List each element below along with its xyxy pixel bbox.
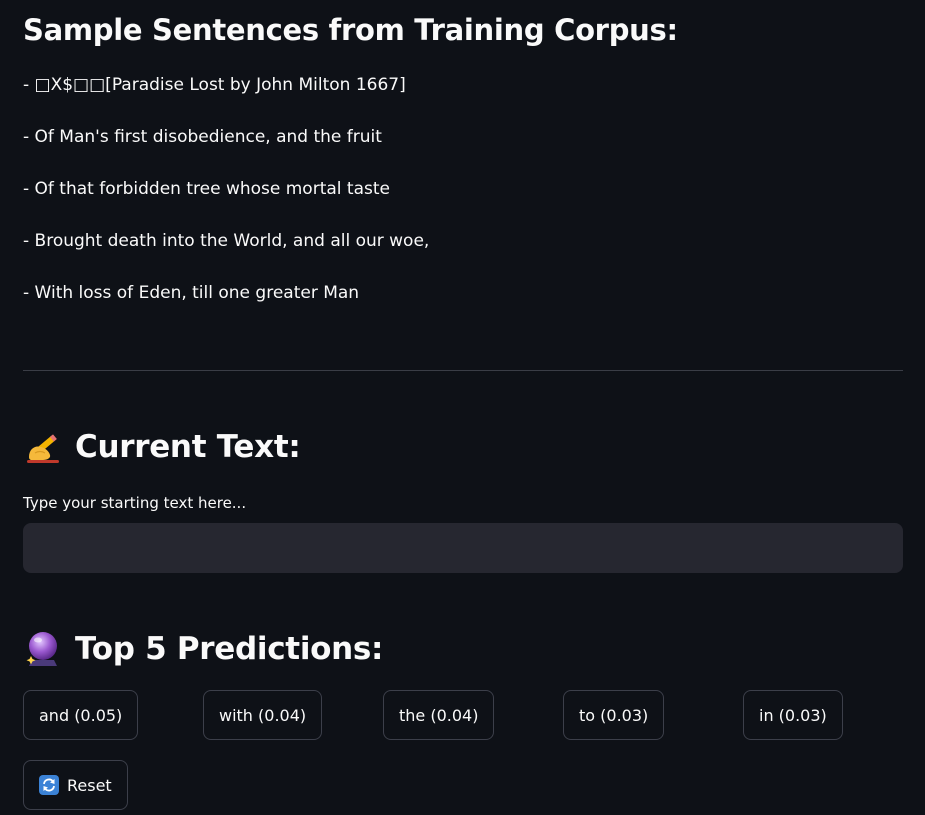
current-text-heading: Current Text: (23, 425, 301, 469)
reset-button-label: Reset (67, 775, 112, 795)
sample-sentence: - Of Man's first disobedience, and the f… (23, 127, 382, 147)
sample-sentence: - With loss of Eden, till one greater Ma… (23, 283, 360, 303)
sample-sentences-heading: Sample Sentences from Training Corpus: (23, 13, 678, 47)
prediction-button-in[interactable]: in (0.03) (743, 690, 843, 740)
prediction-button-the[interactable]: the (0.04) (383, 690, 495, 740)
sample-sentences-list: - □X$□□[Paradise Lost by John Milton 166… (23, 72, 429, 332)
sample-sentence: - Brought death into the World, and all … (23, 231, 430, 251)
prediction-button-to[interactable]: to (0.03) (563, 690, 665, 740)
predictions-heading-label: Top 5 Predictions: (75, 631, 384, 667)
predictions-heading: Top 5 Predictions: (23, 627, 383, 671)
sample-sentence: - Of that forbidden tree whose mortal ta… (23, 179, 390, 199)
crystal-ball-icon (23, 629, 63, 669)
refresh-icon (39, 775, 59, 795)
starting-text-input[interactable] (23, 523, 903, 573)
prediction-button-with[interactable]: with (0.04) (203, 690, 323, 740)
reset-button[interactable]: Reset (23, 760, 128, 810)
prediction-button-and[interactable]: and (0.05) (23, 690, 139, 740)
current-text-heading-label: Current Text: (75, 429, 301, 465)
starting-text-label: Type your starting text here... (23, 494, 247, 512)
sample-sentence: - □X$□□[Paradise Lost by John Milton 166… (23, 75, 406, 95)
writing-hand-icon (23, 427, 63, 467)
section-divider (23, 370, 903, 371)
app-page: Sample Sentences from Training Corpus: -… (0, 0, 925, 815)
